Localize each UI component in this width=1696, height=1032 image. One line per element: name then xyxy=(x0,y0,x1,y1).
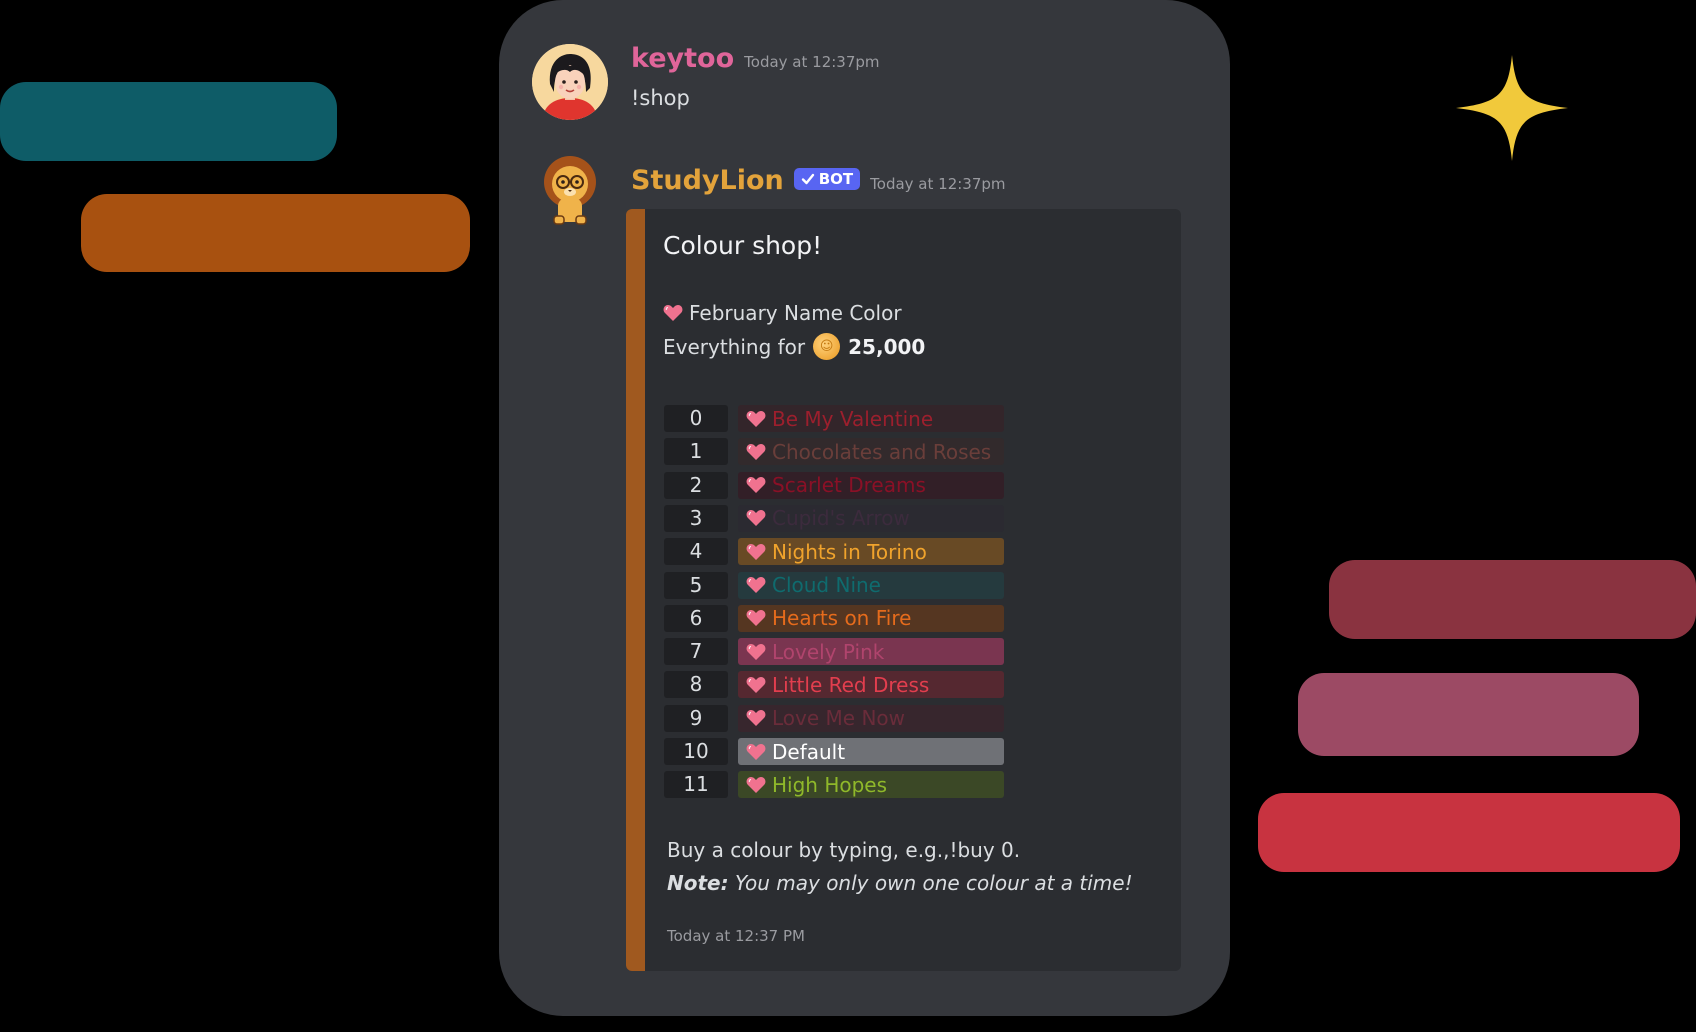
shop-item-row: 0 Be My Valentine xyxy=(664,405,1004,432)
shop-item-name-cell: Cupid's Arrow xyxy=(738,504,1004,532)
shop-item-name-cell: Lovely Pink xyxy=(738,638,1004,666)
decor-bar-maroon xyxy=(1329,560,1696,639)
shop-item-name: Default xyxy=(772,739,846,764)
bot-username[interactable]: StudyLion xyxy=(631,165,784,196)
heart-icon xyxy=(746,676,766,693)
embed-note: Note: You may only own one colour at a t… xyxy=(667,871,1133,895)
decor-bar-orange xyxy=(81,194,470,272)
shop-item-row: 6 Hearts on Fire xyxy=(664,604,1004,632)
shop-item-name: Chocolates and Roses xyxy=(772,439,992,464)
decor-bar-teal xyxy=(0,82,337,161)
shop-item-name: Love Me Now xyxy=(772,706,905,731)
shop-embed: Colour shop! February Name Color Everyth… xyxy=(626,209,1181,971)
shop-item-name-cell: Cloud Nine xyxy=(738,571,1004,599)
decor-bar-red xyxy=(1258,793,1680,872)
heart-icon xyxy=(746,643,766,660)
shop-item-row: 7 Lovely Pink xyxy=(664,638,1004,666)
shop-item-number: 9 xyxy=(664,704,728,732)
embed-subtitle-text: February Name Color xyxy=(689,301,902,325)
embed-instructions: Buy a colour by typing, e.g.,!buy 0. xyxy=(667,838,1021,862)
shop-item-name-cell: Love Me Now xyxy=(738,704,1004,732)
shop-item-row: 8 Little Red Dress xyxy=(664,671,1004,699)
shop-item-row: 4 Nights in Torino xyxy=(664,538,1004,566)
heart-icon xyxy=(746,577,766,593)
embed-footer-timestamp: Today at 12:37 PM xyxy=(667,927,805,945)
shop-item-name: Cloud Nine xyxy=(772,573,881,597)
shop-item-name-cell: Be My Valentine xyxy=(738,405,1004,432)
shop-item-number: 4 xyxy=(664,538,728,566)
shop-item-row: 10 Default xyxy=(664,738,1004,765)
user-username[interactable]: keytoo xyxy=(631,43,734,74)
shop-item-name: Nights in Torino xyxy=(772,539,927,564)
shop-item-name-cell: Nights in Torino xyxy=(738,538,1004,566)
embed-title: Colour shop! xyxy=(663,231,823,260)
heart-icon xyxy=(746,410,766,427)
shop-item-name: Cupid's Arrow xyxy=(772,506,910,531)
shop-item-name-cell: Scarlet Dreams xyxy=(738,471,1004,499)
bot-avatar[interactable] xyxy=(532,152,608,228)
shop-item-number: 6 xyxy=(664,604,728,632)
shop-item-number: 2 xyxy=(664,471,728,499)
shop-item-name-cell: Little Red Dress xyxy=(738,671,1004,699)
shop-item-number: 5 xyxy=(664,571,728,599)
shop-item-number: 0 xyxy=(664,405,728,432)
heart-icon xyxy=(746,443,766,460)
embed-price: 25,000 xyxy=(848,334,926,359)
shop-item-number: 1 xyxy=(664,438,728,466)
user-timestamp: Today at 12:37pm xyxy=(744,53,880,71)
bot-badge: BOT xyxy=(793,168,861,190)
shop-item-name-cell: Default xyxy=(738,738,1004,765)
shop-item-row: 5 Cloud Nine xyxy=(664,571,1004,599)
embed-accent-bar xyxy=(626,209,645,971)
decor-bar-mauve xyxy=(1298,673,1639,756)
shop-item-number: 7 xyxy=(664,638,728,666)
shop-item-name: Be My Valentine xyxy=(772,406,934,431)
embed-note-text: You may only own one colour at a time! xyxy=(734,871,1133,895)
shop-item-number: 8 xyxy=(664,671,728,699)
shop-item-row: 2 Scarlet Dreams xyxy=(664,471,1004,499)
girl-avatar-icon xyxy=(532,44,608,120)
embed-price-prefix: Everything for xyxy=(663,334,806,359)
heart-icon xyxy=(746,710,766,727)
shop-item-number: 10 xyxy=(664,738,728,765)
heart-icon xyxy=(663,305,683,321)
shop-item-name: Little Red Dress xyxy=(772,672,930,697)
coin-icon: ☺ xyxy=(813,333,841,360)
heart-icon xyxy=(746,743,766,760)
bot-badge-label: BOT xyxy=(818,170,854,188)
bot-timestamp: Today at 12:37pm xyxy=(870,175,1006,193)
bot-message-header: StudyLion BOT Today at 12:37pm xyxy=(631,165,1006,196)
shop-item-number: 11 xyxy=(664,771,728,799)
shop-item-name-cell: Hearts on Fire xyxy=(738,604,1004,632)
user-message-header: keytoo Today at 12:37pm xyxy=(631,43,880,74)
shop-item-row: 1 Chocolates and Roses xyxy=(664,438,1004,466)
sparkle-star-icon xyxy=(1456,55,1568,161)
user-avatar[interactable] xyxy=(532,44,608,120)
verified-check-icon xyxy=(801,173,814,185)
lion-avatar-icon xyxy=(544,156,596,225)
shop-item-name: Scarlet Dreams xyxy=(772,473,926,498)
embed-subtitle: February Name Color xyxy=(663,301,902,325)
heart-icon xyxy=(746,543,766,560)
shop-item-name-cell: High Hopes xyxy=(738,771,1004,799)
shop-item-row: 11 High Hopes xyxy=(664,771,1004,799)
shop-item-row: 9 Love Me Now xyxy=(664,704,1004,732)
user-message-content: !shop xyxy=(631,86,690,110)
heart-icon xyxy=(746,610,766,627)
embed-price-line: Everything for ☺ 25,000 xyxy=(663,333,925,360)
embed-note-label: Note: xyxy=(667,871,729,895)
heart-icon xyxy=(746,776,766,793)
shop-item-row: 3 Cupid's Arrow xyxy=(664,504,1004,532)
shop-item-name: High Hopes xyxy=(772,772,888,797)
shop-item-name: Lovely Pink xyxy=(772,639,885,664)
shop-item-name: Hearts on Fire xyxy=(772,606,912,631)
heart-icon xyxy=(746,510,766,527)
shop-item-name-cell: Chocolates and Roses xyxy=(738,438,1004,466)
shop-item-number: 3 xyxy=(664,504,728,532)
heart-icon xyxy=(746,477,766,494)
